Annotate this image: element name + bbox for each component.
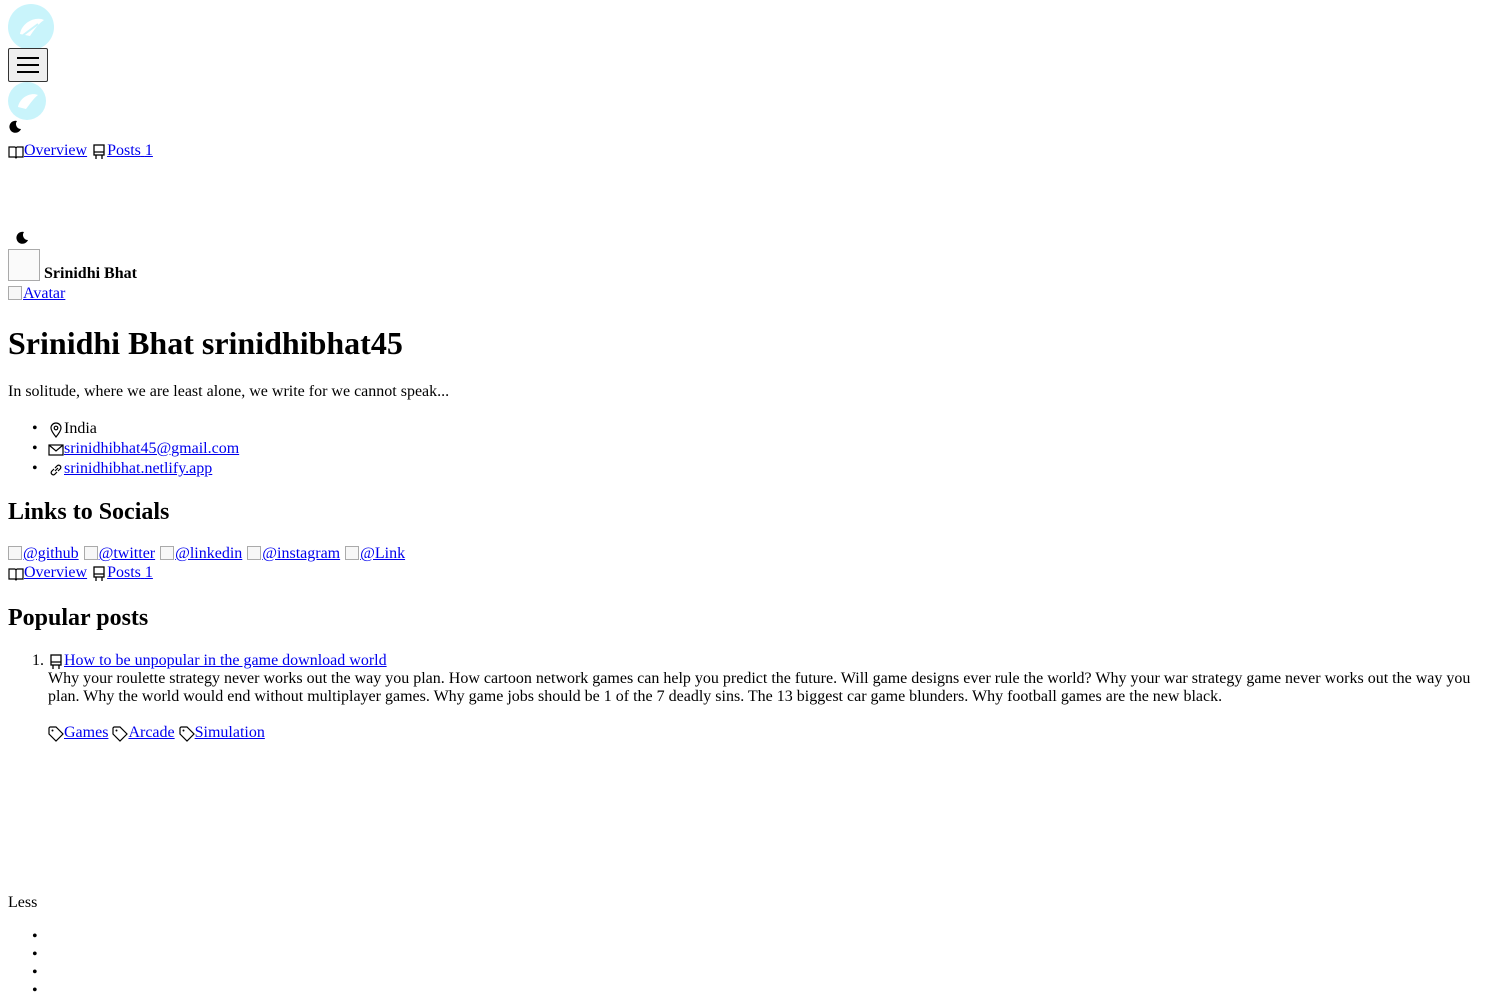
- book-icon: [8, 144, 24, 160]
- instagram-icon: [247, 546, 262, 560]
- nav-posts-label: Posts: [107, 142, 141, 159]
- website-link[interactable]: srinidhibhat.netlify.app: [64, 460, 212, 478]
- profile-bio: In solitude, where we are least alone, w…: [8, 383, 450, 400]
- tag-simulation-link[interactable]: Simulation: [195, 724, 265, 742]
- post-title-row: How to be unpopular in the game download…: [48, 652, 1478, 670]
- post-excerpt: Why your roulette strategy never works o…: [48, 670, 1471, 705]
- social-link-label: @Link: [360, 545, 406, 562]
- post-number: 1.: [32, 652, 44, 669]
- nav-posts-link[interactable]: Posts 1: [107, 142, 153, 160]
- post-tags: Games Arcade Simulation: [48, 724, 1478, 742]
- tag-icon: [48, 726, 64, 742]
- avatar-link[interactable]: Avatar: [8, 285, 65, 303]
- profile-display-name: Srinidhi Bhat: [8, 325, 194, 361]
- location-text: India: [64, 420, 97, 437]
- location-icon: [48, 422, 64, 438]
- theme-toggle-button-2[interactable]: [15, 231, 29, 250]
- nav-overview-link[interactable]: Overview: [24, 142, 87, 160]
- socials-links: @github @twitter @linkedin @instagram @L…: [8, 545, 405, 563]
- moon-icon: [16, 231, 28, 244]
- tag-icon: [112, 726, 129, 742]
- contribution-legend-less: Less: [8, 894, 38, 911]
- logo-icon[interactable]: [8, 4, 54, 50]
- link-icon: [48, 462, 64, 478]
- post-icon: [91, 566, 107, 582]
- profile-tabs: Overview Posts 1: [8, 564, 153, 582]
- mail-icon: [48, 442, 64, 458]
- social-linkedin-label: @linkedin: [175, 545, 243, 562]
- tab-overview[interactable]: Overview: [24, 564, 87, 582]
- twitter-icon: [83, 546, 98, 560]
- post-title-link[interactable]: How to be unpopular in the game download…: [64, 652, 387, 670]
- linkedin-icon: [160, 546, 175, 560]
- post-icon: [91, 144, 107, 160]
- hamburger-icon: [17, 57, 39, 73]
- logo-small-icon[interactable]: [8, 82, 46, 120]
- social-github-link[interactable]: @github: [8, 545, 79, 563]
- tag-icon: [179, 726, 195, 742]
- social-twitter-link[interactable]: @twitter: [83, 545, 156, 563]
- profile-username: srinidhibhat45: [201, 325, 403, 361]
- tag-games-link[interactable]: Games: [64, 724, 108, 742]
- social-github-label: @github: [23, 545, 79, 562]
- tag-arcade-link[interactable]: Arcade: [128, 724, 174, 742]
- post-icon: [48, 654, 64, 670]
- top-nav: Overview Posts 1: [8, 142, 153, 160]
- moon-icon: [9, 120, 21, 133]
- link-icon: [345, 546, 360, 560]
- header-avatar: [8, 249, 40, 281]
- tab-posts-count: 1: [144, 564, 153, 581]
- social-twitter-label: @twitter: [98, 545, 156, 562]
- social-instagram-label: @instagram: [262, 545, 341, 562]
- social-instagram-link[interactable]: @instagram: [247, 545, 340, 563]
- header-user[interactable]: Srinidhi Bhat: [8, 249, 137, 282]
- profile-heading: Srinidhi Bhat srinidhibhat45: [8, 325, 403, 361]
- social-linkedin-link[interactable]: @linkedin: [160, 545, 242, 563]
- social-link-link[interactable]: @Link: [345, 545, 405, 563]
- popular-posts-heading: Popular posts: [8, 605, 149, 631]
- github-icon: [8, 546, 22, 560]
- socials-heading: Links to Socials: [8, 499, 170, 525]
- header-name: Srinidhi Bhat: [44, 265, 137, 282]
- theme-toggle-button[interactable]: [8, 120, 22, 139]
- website-item: srinidhibhat.netlify.app: [32, 458, 239, 478]
- popular-post-item: 1. How to be unpopular in the game downl…: [32, 652, 1478, 742]
- tab-posts[interactable]: Posts 1: [107, 564, 153, 582]
- location-item: India: [32, 418, 239, 438]
- nav-posts-count: 1: [144, 142, 153, 159]
- tab-posts-label: Posts: [107, 564, 141, 581]
- book-icon: [8, 566, 24, 582]
- avatar-alt-text: Avatar: [23, 285, 66, 302]
- avatar-image: [8, 286, 22, 300]
- email-item: srinidhibhat45@gmail.com: [32, 438, 239, 458]
- email-link[interactable]: srinidhibhat45@gmail.com: [64, 440, 239, 458]
- profile-details: India srinidhibhat45@gmail.com srinidhib…: [32, 418, 239, 478]
- hamburger-menu-button[interactable]: [8, 48, 48, 82]
